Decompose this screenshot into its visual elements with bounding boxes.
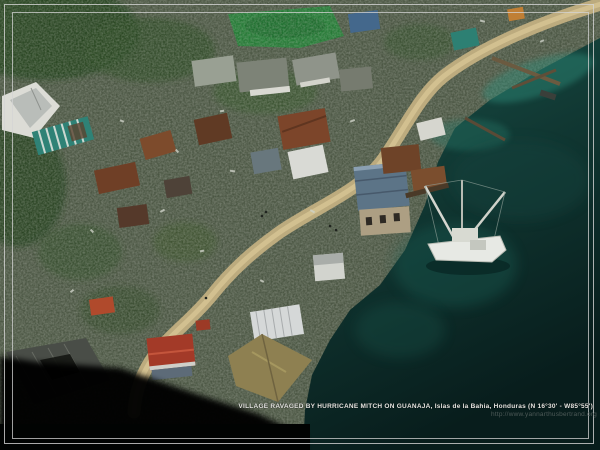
wallpaper-photo: VILLAGE RAVAGED BY HURRICANE MITCH ON GU…: [0, 0, 600, 450]
aerial-photo-illustration: [0, 0, 600, 450]
photo-credit-url: http://www.yannarthusbertrand.org: [238, 411, 597, 419]
photo-caption: VILLAGE RAVAGED BY HURRICANE MITCH ON GU…: [238, 403, 593, 411]
caption-block: VILLAGE RAVAGED BY HURRICANE MITCH ON GU…: [238, 403, 593, 419]
